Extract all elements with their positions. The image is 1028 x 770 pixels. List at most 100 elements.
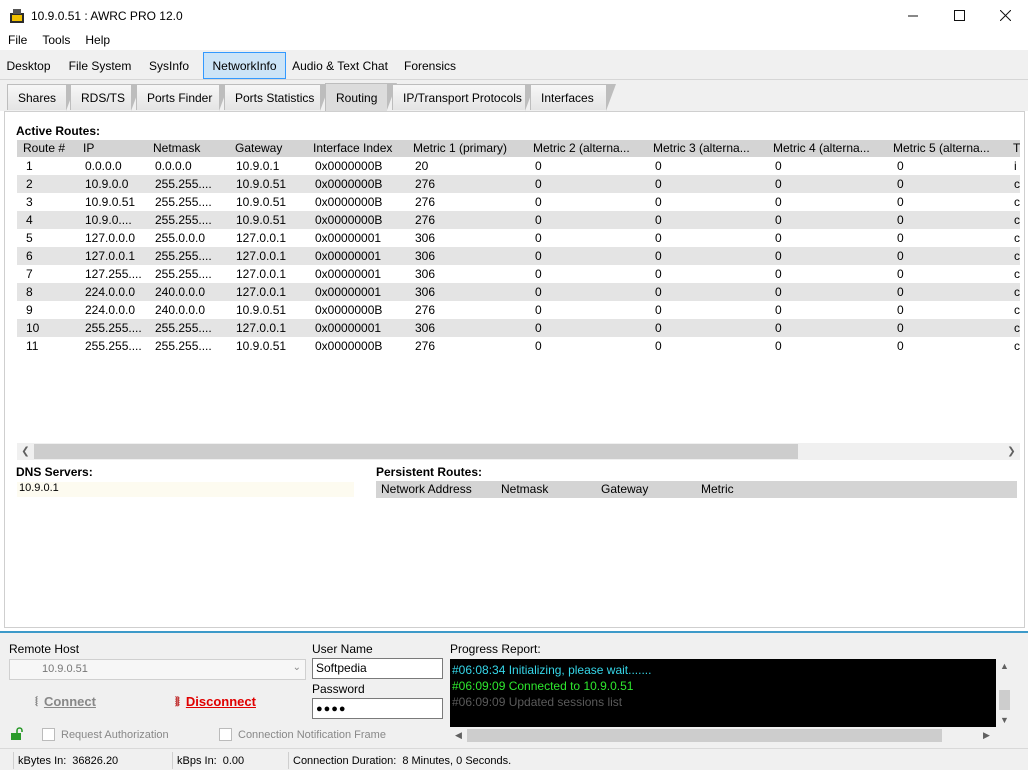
table-row[interactable]: 1 0.0.0.0 0.0.0.0 10.9.0.1 0x0000000B 20 0 0 0 0 i [17,157,1020,175]
subtab-shares[interactable]: Shares [7,84,76,111]
table-header: Route # IP Netmask Gateway Interface Index Me… [17,140,1020,157]
column-header[interactable]: Metric 4 (alterna... [773,141,870,155]
table-cell: 0 [897,231,904,245]
chevron-down-icon[interactable]: ⌄ [293,662,301,673]
table-cell: 0 [655,249,662,263]
column-header[interactable]: Metric 5 (alterna... [893,141,990,155]
tab-file-system[interactable]: File System [60,52,140,79]
col-gateway[interactable]: Gateway [601,482,648,496]
table-row[interactable]: 8 224.0.0.0 240.0.0.0 127.0.0.1 0x00000001 30… [17,283,1020,301]
checkbox-box[interactable] [219,728,232,741]
col-metric[interactable]: Metric [701,482,734,496]
log-line: #06:08:34 Initializing, please wait.....… [452,663,652,677]
table-cell: 127.0.0.1 [85,249,136,263]
table-cell: 127.0.0.1 [236,267,287,281]
close-button[interactable] [982,0,1028,31]
table-row[interactable]: 7 127.255.... 255.255.... 127.0.0.1 0x000000… [17,265,1020,283]
table-cell: 0 [535,303,542,317]
scroll-thumb[interactable] [34,444,798,459]
table-row[interactable]: 9 224.0.0.0 240.0.0.0 10.9.0.51 0x0000000B 27… [17,301,1020,319]
column-header[interactable]: Metric 1 (primary) [413,141,507,155]
table-cell: 127.0.0.1 [236,231,287,245]
scroll-thumb[interactable] [999,690,1010,710]
tab-forensics[interactable]: Forensics [400,52,460,79]
password-input[interactable]: ●●●● [312,698,443,719]
scroll-left-icon[interactable]: ◀ [450,728,467,743]
connect-button[interactable]: ⧙ Connect [35,693,96,710]
subtab-routing[interactable]: Routing [325,83,397,111]
table-row[interactable]: 10 255.255.... 255.255.... 127.0.0.1 0x00000… [17,319,1020,337]
scroll-thumb[interactable] [467,729,942,742]
request-authorization-checkbox[interactable]: Request Authorization [42,728,169,741]
minimize-button[interactable] [890,0,936,31]
log-line: #06:09:09 Updated sessions list [452,695,623,709]
subtab-rds-ts[interactable]: RDS/TS [70,84,141,111]
dns-server-entry[interactable]: 10.9.0.1 [19,482,59,494]
table-row[interactable]: 6 127.0.0.1 255.255.... 127.0.0.1 0x00000001… [17,247,1020,265]
scroll-up-icon[interactable]: ▲ [996,659,1013,673]
maximize-button[interactable] [936,0,982,31]
column-header[interactable]: IP [83,141,94,155]
table-row[interactable]: 5 127.0.0.0 255.0.0.0 127.0.0.1 0x00000001 30… [17,229,1020,247]
table-cell: 0 [655,321,662,335]
routes-horizontal-scrollbar[interactable]: ❮ ❯ [17,443,1020,460]
table-cell: 0x00000001 [315,321,382,335]
table-cell: 3 [26,195,33,209]
subtab-ports-finder[interactable]: Ports Finder [136,84,229,111]
table-row[interactable]: 3 10.9.0.51 255.255.... 10.9.0.51 0x0000000B… [17,193,1020,211]
scroll-left-icon[interactable]: ❮ [17,444,34,459]
scroll-down-icon[interactable]: ▼ [996,713,1013,727]
table-cell: 255.255.... [155,249,212,263]
menu-tools[interactable]: Tools [34,31,77,50]
tab-desktop[interactable]: Desktop [0,52,57,79]
log-horizontal-scrollbar[interactable]: ◀ ▶ [450,727,995,744]
remote-host-combobox[interactable]: 10.9.0.51 ⌄ [9,659,306,680]
table-row[interactable]: 4 10.9.0.... 255.255.... 10.9.0.51 0x0000000… [17,211,1020,229]
column-header[interactable]: Netmask [153,141,200,155]
scroll-right-icon[interactable]: ❯ [1003,444,1020,459]
disconnect-button[interactable]: ⧚ Disconnect [175,693,256,710]
user-name-label: User Name [312,642,373,656]
user-name-input[interactable]: Softpedia [312,658,443,679]
tab-sysinfo[interactable]: SysInfo [142,52,196,79]
table-cell: 10.9.0.51 [236,339,287,353]
column-header[interactable]: T [1013,141,1020,155]
scroll-right-icon[interactable]: ▶ [978,728,995,743]
subtab-ports-statistics[interactable]: Ports Statistics [224,84,330,111]
log-vertical-scrollbar[interactable]: ▲ ▼ [996,659,1013,727]
col-network-address[interactable]: Network Address [381,482,472,496]
column-header[interactable]: Metric 2 (alterna... [533,141,630,155]
table-row[interactable]: 2 10.9.0.0 255.255.... 10.9.0.51 0x0000000B 2… [17,175,1020,193]
plug-icon: ⧙ [35,693,38,709]
connection-notification-checkbox[interactable]: Connection Notification Frame [219,728,386,741]
table-cell: 276 [415,213,436,227]
progress-report-log[interactable]: #06:08:34 Initializing, please wait.....… [450,659,1013,727]
table-row[interactable]: 11 255.255.... 255.255.... 10.9.0.51 0x00000… [17,337,1020,355]
table-cell: 0 [535,267,542,281]
subtab-ip-transport-protocols[interactable]: IP/Transport Protocols [392,84,535,111]
table-cell: 255.255.... [155,213,212,227]
tab-networkinfo[interactable]: NetworkInfo [203,52,286,79]
tab-audio-text-chat[interactable]: Audio & Text Chat [290,52,390,79]
checkbox-box[interactable] [42,728,55,741]
dns-servers-list[interactable]: 10.9.0.1 [17,482,354,497]
column-header[interactable]: Gateway [235,141,282,155]
active-routes-table[interactable]: Route # IP Netmask Gateway Interface Index Me… [17,140,1020,443]
table-cell: 4 [26,213,33,227]
table-cell: 255.255.... [155,321,212,335]
column-header[interactable]: Route # [23,141,65,155]
persistent-routes-header[interactable]: Network Address Netmask Gateway Metric [376,481,1017,498]
menu-file[interactable]: File [0,31,34,50]
column-header[interactable]: Interface Index [313,141,392,155]
maximize-icon [953,10,965,21]
menu-help[interactable]: Help [77,31,117,50]
table-cell: 0 [655,285,662,299]
table-cell: 0.0.0.0 [155,159,192,173]
column-header[interactable]: Metric 3 (alterna... [653,141,750,155]
table-cell: 224.0.0.0 [85,303,136,317]
table-cell: 0 [535,213,542,227]
table-cell: 0 [655,195,662,209]
table-cell: 0 [655,303,662,317]
subtab-interfaces[interactable]: Interfaces [530,84,616,111]
col-netmask[interactable]: Netmask [501,482,548,496]
